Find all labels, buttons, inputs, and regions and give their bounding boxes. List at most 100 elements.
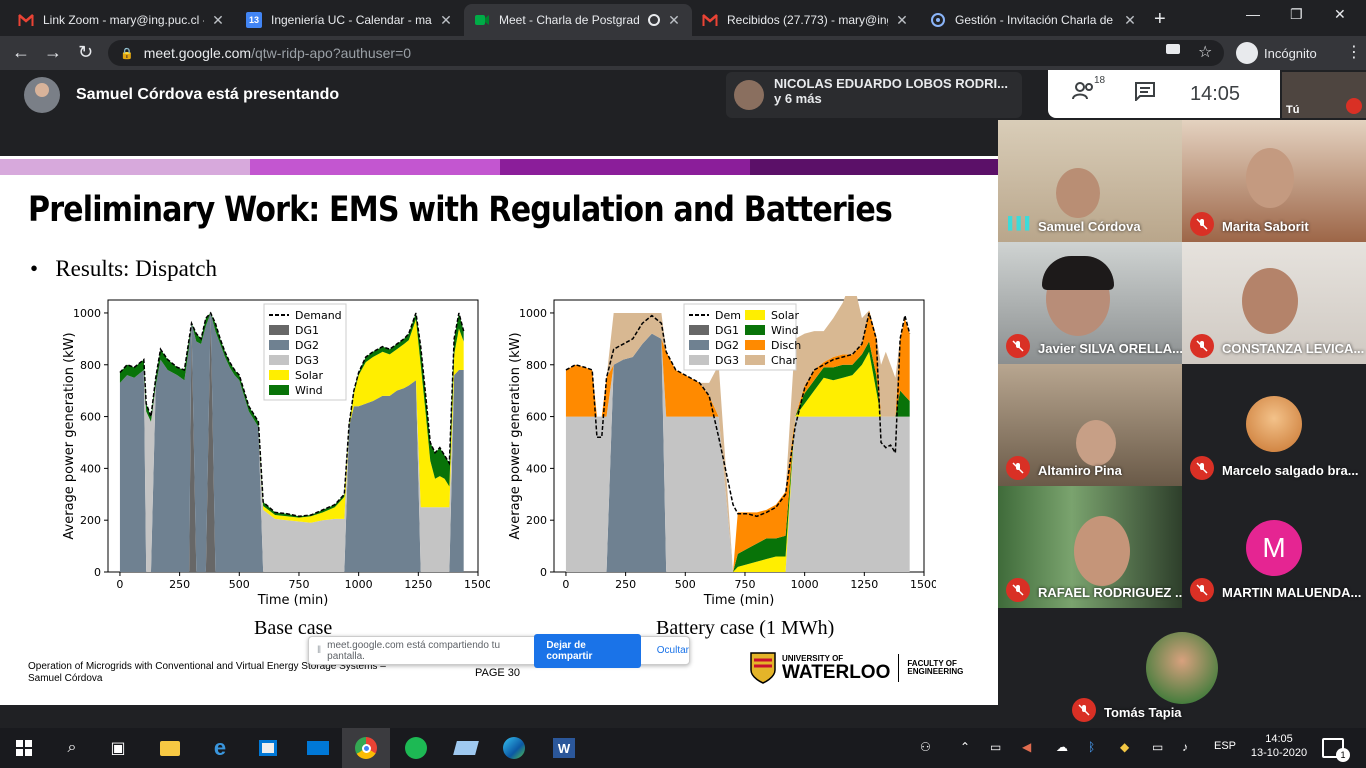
participant-tile[interactable]: Tomás Tapia <box>1062 608 1302 728</box>
participant-tile[interactable]: Marita Saborit <box>1182 120 1366 242</box>
slide-bullet: • Results: Dispatch <box>30 256 217 281</box>
drag-handle-icon[interactable]: ‖ <box>317 645 321 656</box>
participant-name: Altamiro Pina <box>1038 463 1122 478</box>
reload-icon[interactable]: ↻ <box>78 42 93 63</box>
close-tab-icon[interactable]: ✕ <box>894 12 910 29</box>
word-icon[interactable]: W <box>550 734 578 762</box>
participant-tile[interactable]: ▌▌▌ Samuel Córdova <box>998 120 1182 242</box>
participant-name: Marita Saborit <box>1222 219 1309 234</box>
security-icon[interactable]: ◆ <box>1120 740 1129 754</box>
tab-gestion[interactable]: Gestión - Invitación Charla de ✕ <box>920 4 1148 36</box>
participant-tile[interactable]: CONSTANZA LEVICA... <box>1182 242 1366 364</box>
avatar <box>734 80 764 110</box>
x-tick-label: 1500 <box>910 578 936 591</box>
url-path: /qtw-ridp-apo?authuser=0 <box>251 45 412 61</box>
edge-legacy-icon[interactable]: e <box>206 734 234 762</box>
menu-icon[interactable]: ⋮ <box>1346 42 1362 62</box>
y-tick-label: 0 <box>540 566 547 579</box>
incognito-icon <box>1236 42 1258 64</box>
close-tab-icon[interactable]: ✕ <box>1122 12 1138 29</box>
star-icon[interactable]: ☆ <box>1198 42 1212 62</box>
legend-label: DG2 <box>715 339 739 352</box>
legend-swatch <box>269 340 289 350</box>
x-tick-label: 750 <box>734 578 755 591</box>
pinned-name: NICOLAS EDUARDO LOBOS RODRI... <box>774 76 1009 91</box>
camera-icon[interactable] <box>1166 44 1180 54</box>
share-text: meet.google.com está compartiendo tu pan… <box>327 639 501 662</box>
stop-sharing-button[interactable]: Dejar de compartir <box>534 633 641 668</box>
screen-share-bar: ‖ meet.google.com está compartiendo tu p… <box>308 633 690 668</box>
chevron-up-icon[interactable]: ⌃ <box>960 740 970 754</box>
waterloo-shield-icon <box>750 652 776 684</box>
speaker-icon[interactable]: ♪ <box>1182 740 1188 754</box>
legend-swatch <box>689 325 709 335</box>
self-view[interactable]: Tú <box>1282 72 1366 118</box>
maximize-button[interactable]: ❐ <box>1290 6 1303 23</box>
close-tab-icon[interactable]: ✕ <box>210 12 226 29</box>
minimize-button[interactable]: — <box>1246 6 1260 22</box>
mic-off-icon <box>1346 98 1362 114</box>
mic-off-icon <box>1072 698 1096 722</box>
tab-calendar[interactable]: 13 Ingeniería UC - Calendar - mar ✕ <box>236 4 464 36</box>
taskbar-clock[interactable]: 14:05 13-10-2020 <box>1244 732 1314 760</box>
url-domain: meet.google.com <box>143 45 252 61</box>
people-icon[interactable]: 18 <box>1072 75 1105 107</box>
mic-off-icon <box>1190 334 1214 358</box>
loop-icon <box>930 12 946 28</box>
close-tab-icon[interactable]: ✕ <box>666 12 682 29</box>
close-window-button[interactable]: ✕ <box>1334 6 1346 23</box>
edge-icon[interactable] <box>500 734 528 762</box>
volume-muted-icon[interactable]: ◀ <box>1022 740 1031 754</box>
slide-stripe <box>0 159 250 175</box>
video-feed <box>1074 516 1130 586</box>
address-bar[interactable]: 🔒 meet.google.com/qtw-ridp-apo?authuser=… <box>108 40 1224 66</box>
x-tick-label: 750 <box>288 578 309 591</box>
participant-name: Tomás Tapia <box>1104 705 1182 720</box>
bluetooth-icon[interactable]: ᛒ <box>1088 740 1095 754</box>
video-feed <box>1242 268 1298 334</box>
x-tick-label: 250 <box>169 578 190 591</box>
search-icon[interactable]: ⌕ <box>58 734 86 762</box>
x-tick-label: 1250 <box>850 578 878 591</box>
forward-icon[interactable]: → <box>44 42 62 63</box>
participant-tile[interactable]: M MARTIN MALUENDA... <box>1182 486 1366 608</box>
tab-meet[interactable]: Meet - Charla de Postgrad ✕ <box>464 4 692 36</box>
close-tab-icon[interactable]: ✕ <box>438 12 454 29</box>
hair <box>1042 256 1114 290</box>
file-explorer-icon[interactable] <box>156 734 184 762</box>
y-tick-label: 1000 <box>73 307 101 320</box>
tab-link-zoom[interactable]: Link Zoom - mary@ing.puc.cl - ✕ <box>8 4 236 36</box>
chat-icon[interactable] <box>1134 81 1156 107</box>
participant-count: 18 <box>1094 75 1106 86</box>
new-tab-button[interactable]: + <box>1154 8 1166 31</box>
mic-off-icon <box>1190 212 1214 236</box>
participant-tile[interactable]: RAFAEL RODRIGUEZ ... <box>998 486 1182 608</box>
network-app-icon[interactable] <box>452 734 480 762</box>
meet-top-panel: 18 14:05 <box>1048 70 1280 118</box>
mail-icon[interactable] <box>304 734 332 762</box>
people-tray-icon[interactable]: ⚇ <box>920 740 931 754</box>
mic-off-icon <box>1190 578 1214 602</box>
y-axis-label: Average power generation (kW) <box>508 332 523 539</box>
participant-tile[interactable]: Javier SILVA ORELLA... <box>998 242 1182 364</box>
x-tick-label: 1000 <box>345 578 373 591</box>
pinned-participants[interactable]: NICOLAS EDUARDO LOBOS RODRI... y 6 más <box>726 72 1022 118</box>
spotify-icon[interactable] <box>402 734 430 762</box>
taskbar-time: 14:05 <box>1265 733 1293 745</box>
y-axis-label: Average power generation (kW) <box>62 332 77 539</box>
battery-icon[interactable]: ▭ <box>1152 740 1163 754</box>
cloud-off-icon[interactable]: ☁ <box>1056 740 1068 754</box>
hide-button[interactable]: Ocultar <box>657 645 689 656</box>
start-icon[interactable] <box>10 734 38 762</box>
participant-tile[interactable]: Altamiro Pina <box>998 364 1182 486</box>
display-icon[interactable]: ▭ <box>990 740 1001 754</box>
waterloo-logo: UNIVERSITY OF WATERLOO FACULTY OF ENGINE… <box>750 652 963 684</box>
task-view-icon[interactable]: ▣ <box>104 734 132 762</box>
store-icon[interactable] <box>254 734 282 762</box>
tab-inbox[interactable]: Recibidos (27.773) - mary@ing ✕ <box>692 4 920 36</box>
chrome-icon[interactable] <box>352 734 380 762</box>
incognito-indicator[interactable]: Incógnito <box>1236 42 1317 64</box>
participant-tile[interactable]: Marcelo salgado bra... <box>1182 364 1366 486</box>
language-indicator[interactable]: ESP <box>1214 740 1236 752</box>
back-icon[interactable]: ← <box>12 42 30 63</box>
